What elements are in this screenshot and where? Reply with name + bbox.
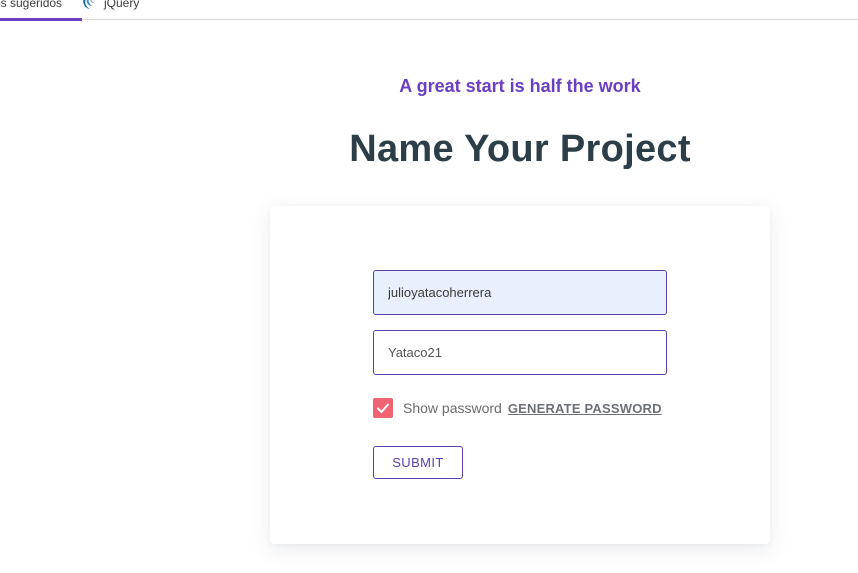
password-field[interactable] [373, 330, 667, 375]
show-password-label[interactable]: Show password [403, 400, 502, 416]
page-title: Name Your Project [349, 128, 691, 170]
active-tab-indicator [0, 18, 82, 21]
generate-password-link[interactable]: GENERATE PASSWORD [508, 401, 662, 416]
checkmark-icon [377, 403, 389, 413]
show-password-row: Show password GENERATE PASSWORD [373, 398, 662, 418]
project-form-card: Show password GENERATE PASSWORD SUBMIT [270, 206, 770, 544]
bookmark-label: jQuery [104, 0, 140, 10]
jquery-logo-icon [81, 0, 97, 11]
bookmark-label: os sugeridos [0, 0, 63, 10]
tagline: A great start is half the work [399, 76, 641, 96]
bookmark-suggested-sites[interactable]: os sugeridos [0, 0, 62, 11]
submit-button[interactable]: SUBMIT [373, 446, 463, 479]
show-password-checkbox[interactable] [373, 398, 393, 418]
username-field[interactable] [373, 270, 667, 315]
bookmarks-bar: os sugeridos jQuery [0, 0, 858, 20]
bookmark-jquery[interactable]: jQuery [81, 0, 139, 11]
